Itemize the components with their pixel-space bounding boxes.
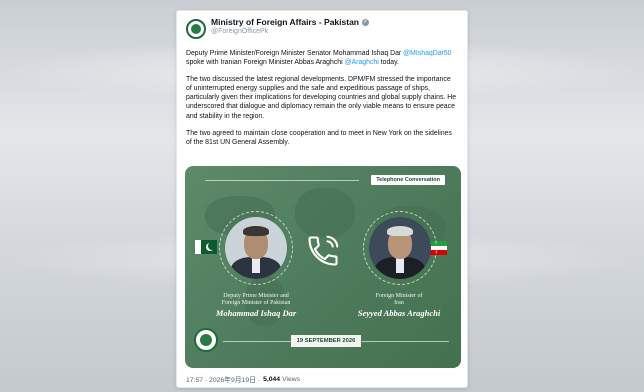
verified-badge-icon: ✓ — [362, 18, 369, 26]
account-handle[interactable]: @ForeignOfficePk — [211, 27, 369, 37]
ministry-seal-icon — [194, 328, 218, 352]
person-photo — [225, 217, 287, 279]
caption-name: Mohammad Ishaq Dar — [215, 308, 297, 318]
caption-role: Foreign Minister of Pakistan — [221, 300, 291, 306]
tweet-card: Ministry of Foreign Affairs - Pakistan ✓… — [176, 10, 468, 388]
conversation-tag: Telephone Conversation — [371, 175, 445, 185]
mention-link[interactable]: @Araghchi — [345, 59, 379, 66]
portrait-left — [219, 211, 293, 285]
caption-role: Iran — [394, 300, 404, 306]
caption-role: Foreign Minister of — [375, 293, 423, 299]
pakistan-flag-icon — [195, 240, 217, 254]
left-caption: Deputy Prime Minister and Foreign Minist… — [195, 293, 317, 319]
phone-icon — [305, 233, 341, 269]
tweet-header: Ministry of Foreign Affairs - Pakistan ✓… — [186, 17, 458, 45]
portrait-right — [363, 211, 437, 285]
mention-link[interactable]: @MIshaqDar50 — [403, 50, 451, 57]
tweet-text: Deputy Prime Minister/Foreign Minister S… — [186, 49, 458, 147]
paragraph-2: The two discussed the latest regional de… — [186, 76, 457, 120]
avatar[interactable] — [186, 19, 206, 39]
paragraph-3: The two agreed to maintain close coopera… — [186, 129, 452, 146]
divider-line — [205, 180, 359, 181]
account-names: Ministry of Foreign Affairs - Pakistan ✓… — [211, 17, 369, 37]
tweet-footer: 17:57 · 2026年9月19日 · 5,044 Views — [186, 374, 301, 385]
divider-line — [223, 341, 291, 342]
views-count: 5,044 — [263, 375, 281, 383]
date-label: 19 SEPTEMBER 2026 — [291, 335, 361, 347]
person-photo — [369, 217, 431, 279]
text-span: spoke with Iranian Foreign Minister Abba… — [186, 59, 343, 67]
map-shape — [295, 188, 355, 238]
views-label: Views — [282, 375, 301, 383]
post-image[interactable]: Telephone Conversation Deputy Prime Mini… — [185, 166, 461, 368]
account-name-text: Ministry of Foreign Affairs - Pakistan — [211, 17, 359, 27]
divider-line — [361, 341, 449, 342]
timestamp[interactable]: 17:57 · 2026年9月19日 · — [186, 374, 260, 384]
paragraph-1: Deputy Prime Minister/Foreign Minister S… — [186, 49, 458, 67]
right-caption: Foreign Minister of Iran Seyyed Abbas Ar… — [339, 293, 459, 319]
caption-name: Seyyed Abbas Araghchi — [357, 308, 441, 318]
account-name[interactable]: Ministry of Foreign Affairs - Pakistan ✓ — [211, 17, 369, 27]
text-span: today. — [380, 59, 399, 67]
text-span: Deputy Prime Minister/Foreign Minister S… — [186, 50, 402, 57]
caption-role: Deputy Prime Minister and — [223, 293, 289, 299]
seal-icon — [191, 24, 201, 34]
